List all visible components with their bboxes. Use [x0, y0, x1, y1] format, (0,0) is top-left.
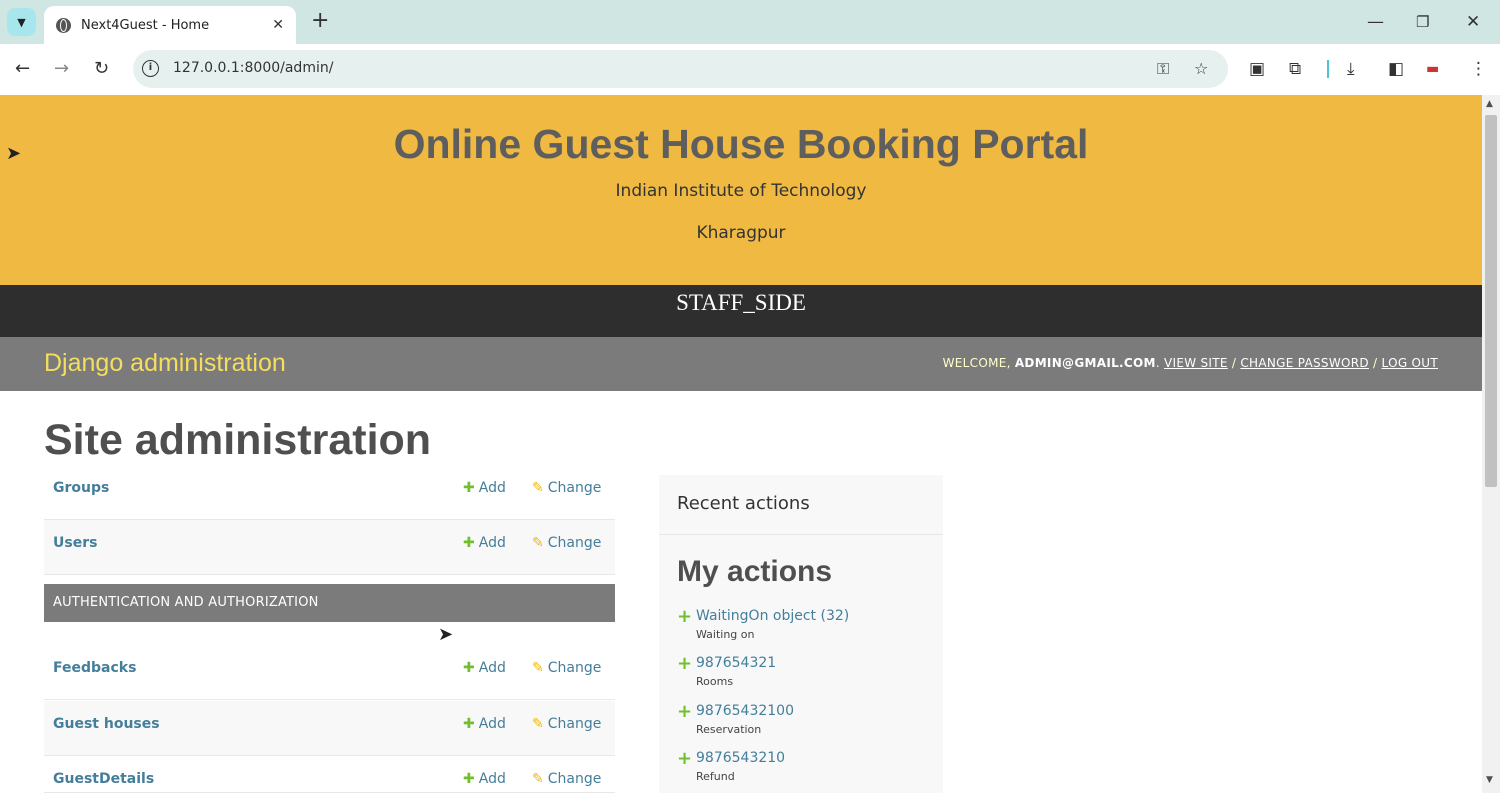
model-row-groups: Groups ✚ Add ✎ Change [44, 465, 615, 520]
site-banner: Online Guest House Booking Portal Indian… [0, 95, 1482, 285]
model-link-feedbacks[interactable]: Feedbacks [53, 660, 136, 676]
banner-location: Kharagpur [696, 223, 786, 243]
side-panel-icon[interactable]: ◧ [1388, 57, 1404, 81]
addlink-icon: + [677, 701, 693, 722]
model-row-users: Users ✚ Add ✎ Change [44, 520, 615, 575]
my-actions-heading: My actions [677, 555, 833, 588]
pencil-icon: ✎ [532, 480, 544, 496]
extensions-icon[interactable]: ⧉ [1289, 57, 1301, 81]
recent-action-link[interactable]: WaitingOn object (32) [696, 608, 849, 624]
username: ADMIN@GMAIL.COM [1014, 356, 1156, 370]
staff-side-bar: STAFF_SIDE [0, 285, 1482, 337]
model-link-guest-houses[interactable]: Guest houses [53, 716, 160, 732]
addlink-icon: + [677, 606, 693, 627]
forward-icon[interactable]: → [54, 57, 69, 81]
section-caption[interactable]: AUTHENTICATION AND AUTHORIZATION [44, 584, 615, 622]
add-guest-houses-link[interactable]: ✚ Add [463, 716, 506, 732]
page-title: Site administration [44, 416, 432, 464]
change-password-link[interactable]: CHANGE PASSWORD [1240, 356, 1369, 370]
menu-kebab-icon[interactable]: ⋮ [1470, 57, 1487, 81]
view-site-link[interactable]: VIEW SITE [1164, 356, 1228, 370]
divider [659, 534, 943, 535]
change-groups-link[interactable]: ✎ Change [532, 480, 601, 496]
model-row-guest-houses: Guest houses ✚ Add ✎ Change [44, 701, 615, 756]
browser-tab[interactable]: Next4Guest - Home ✕ [44, 6, 296, 44]
addlink-icon: + [677, 653, 693, 674]
model-link-guest-details[interactable]: GuestDetails [53, 771, 154, 787]
close-tab-icon[interactable]: ✕ [272, 17, 284, 33]
pencil-icon: ✎ [532, 771, 544, 787]
model-link-users[interactable]: Users [53, 535, 97, 551]
recent-action-link[interactable]: 987654321 [696, 655, 776, 671]
model-row-feedbacks: Feedbacks ✚ Add ✎ Change [44, 645, 615, 700]
vertical-scrollbar[interactable]: ▲ ▼ [1482, 95, 1500, 793]
model-row-guest-details: GuestDetails ✚ Add ✎ Change [44, 756, 615, 793]
tab-title: Next4Guest - Home [81, 17, 210, 33]
plus-icon: ✚ [463, 716, 475, 732]
model-link-groups[interactable]: Groups [53, 480, 109, 496]
key-icon[interactable]: ⚿ [1157, 59, 1169, 79]
scroll-down-arrow-icon[interactable]: ▼ [1486, 775, 1493, 785]
welcome-text: WELCOME, [942, 356, 1011, 370]
plus-icon: ✚ [463, 535, 475, 551]
back-icon[interactable]: ← [15, 57, 30, 81]
add-guest-details-link[interactable]: ✚ Add [463, 771, 506, 787]
add-users-link[interactable]: ✚ Add [463, 535, 506, 551]
scroll-thumb[interactable] [1485, 115, 1497, 487]
recent-action-link[interactable]: 98765432100 [696, 703, 794, 719]
add-groups-link[interactable]: ✚ Add [463, 480, 506, 496]
recent-action-type: Rooms [696, 675, 734, 688]
pencil-icon: ✎ [532, 660, 544, 676]
change-users-link[interactable]: ✎ Change [532, 535, 601, 551]
browser-toolbar: ← → ↻ i 127.0.0.1:8000/admin/ ⚿ ☆ ▣ ⧉ ⤓ … [0, 44, 1500, 95]
add-feedbacks-link[interactable]: ✚ Add [463, 660, 506, 676]
scroll-up-arrow-icon[interactable]: ▲ [1486, 99, 1493, 109]
plus-icon: ✚ [463, 771, 475, 787]
recent-action-type: Reservation [696, 723, 762, 736]
plus-icon: ✚ [463, 660, 475, 676]
banner-title: Online Guest House Booking Portal [393, 121, 1089, 167]
minimize-icon[interactable]: — [1367, 10, 1384, 34]
mouse-pointer-icon: ➤ [438, 624, 454, 645]
site-branding[interactable]: Django administration [44, 349, 286, 378]
star-icon[interactable]: ☆ [1194, 59, 1208, 78]
browser-tab-bar: ▼ Next4Guest - Home ✕ + — ❐ ✕ [0, 0, 1500, 44]
url-text[interactable]: 127.0.0.1:8000/admin/ [173, 60, 333, 76]
addlink-icon: + [677, 748, 693, 769]
restore-icon[interactable]: ❐ [1416, 10, 1429, 34]
django-header: Django administration WELCOME, ADMIN@GMA… [0, 337, 1482, 391]
extension-badge-icon[interactable]: ▬ [1426, 57, 1439, 81]
change-feedbacks-link[interactable]: ✎ Change [532, 660, 601, 676]
mouse-pointer-icon: ➤ [6, 143, 22, 164]
profile-extension-icon[interactable]: ▣ [1249, 57, 1265, 81]
tab-search-icon[interactable]: ▼ [7, 8, 36, 36]
site-info-icon[interactable]: i [142, 60, 159, 77]
recent-actions-panel: Recent actions My actions + WaitingOn ob… [659, 475, 943, 793]
recent-action-type: Refund [696, 770, 735, 783]
download-icon[interactable]: ⤓ [1347, 57, 1355, 81]
change-guest-houses-link[interactable]: ✎ Change [532, 716, 601, 732]
plus-icon: ✚ [463, 480, 475, 496]
new-tab-button[interactable]: + [311, 9, 329, 33]
reload-icon[interactable]: ↻ [94, 57, 109, 81]
recent-actions-title: Recent actions [677, 493, 810, 514]
recent-action-type: Waiting on [696, 628, 755, 641]
globe-icon [56, 17, 71, 33]
change-guest-details-link[interactable]: ✎ Change [532, 771, 601, 787]
address-bar[interactable]: i 127.0.0.1:8000/admin/ ⚿ ☆ [133, 50, 1228, 88]
user-tools: WELCOME, ADMIN@GMAIL.COM. VIEW SITE / CH… [942, 356, 1438, 370]
log-out-link[interactable]: LOG OUT [1382, 356, 1438, 370]
banner-institute: Indian Institute of Technology [615, 181, 867, 201]
pencil-icon: ✎ [532, 535, 544, 551]
close-window-icon[interactable]: ✕ [1466, 10, 1480, 34]
recent-action-link[interactable]: 9876543210 [696, 750, 785, 766]
toolbar-divider [1327, 60, 1329, 78]
pencil-icon: ✎ [532, 716, 544, 732]
